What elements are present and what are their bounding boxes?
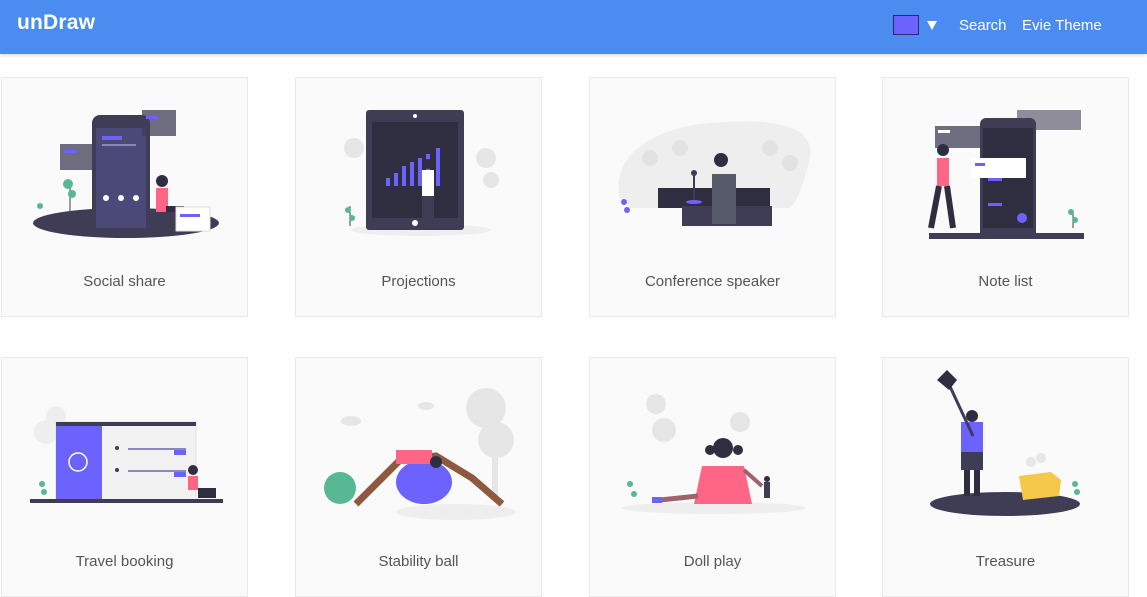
illustration-card[interactable]: Stability ball <box>295 357 542 597</box>
card-title: Stability ball <box>378 553 459 570</box>
card-title: Note list <box>978 273 1033 290</box>
card-title: Travel booking <box>75 553 174 570</box>
chevron-down-icon[interactable] <box>927 20 937 30</box>
card-title: Projections <box>381 273 456 290</box>
top-navbar: unDraw Search Evie Theme <box>0 0 1147 54</box>
illustration-card[interactable]: Projections <box>295 77 542 317</box>
stability-ball-illustration <box>324 388 516 520</box>
search-link[interactable]: Search <box>959 17 1007 34</box>
illustration-card[interactable]: Note list <box>882 77 1129 317</box>
doll-play-illustration <box>622 394 806 514</box>
note-list-illustration <box>928 110 1084 239</box>
logo[interactable]: unDraw <box>17 11 95 35</box>
conference-speaker-illustration <box>618 121 811 226</box>
illustration-card[interactable]: Social share <box>1 77 248 317</box>
card-title: Doll play <box>683 553 742 570</box>
social-share-illustration <box>33 110 219 238</box>
travel-booking-illustration <box>30 406 223 503</box>
card-title: Social share <box>83 273 166 290</box>
theme-link[interactable]: Evie Theme <box>1022 17 1102 34</box>
illustration-card[interactable]: Treasure <box>882 357 1129 597</box>
illustration-card[interactable]: Conference speaker <box>589 77 836 317</box>
illustration-card[interactable]: Doll play <box>589 357 836 597</box>
card-title: Conference speaker <box>644 273 781 290</box>
projections-illustration <box>344 110 499 236</box>
color-picker[interactable] <box>893 15 937 35</box>
treasure-illustration <box>930 370 1080 516</box>
illustration-card[interactable]: Travel booking <box>1 357 248 597</box>
card-title: Treasure <box>975 553 1036 570</box>
color-swatch[interactable] <box>893 15 919 35</box>
